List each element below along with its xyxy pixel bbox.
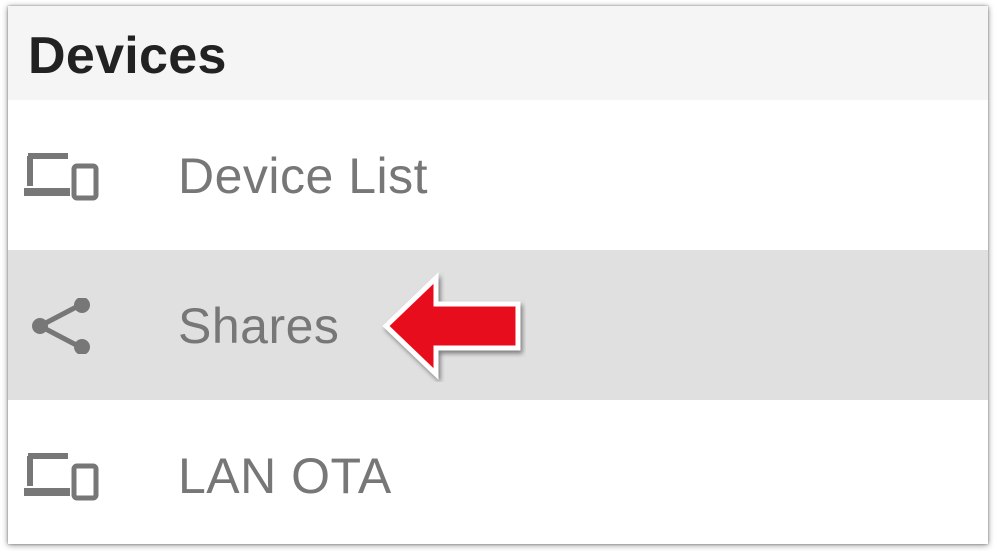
menu-item-device-list[interactable]: Device List: [8, 100, 988, 250]
menu-item-lan-ota[interactable]: LAN OTA: [8, 400, 988, 544]
menu-item-label: Shares: [178, 298, 340, 354]
devices-icon: [24, 148, 100, 204]
menu-item-label: Device List: [178, 148, 429, 204]
menu-item-label: LAN OTA: [178, 448, 392, 504]
devices-icon: [24, 448, 100, 504]
section-title: Devices: [28, 27, 227, 85]
section-header: Devices: [8, 6, 988, 100]
share-icon: [24, 298, 100, 354]
red-left-arrow-icon: [378, 270, 526, 382]
